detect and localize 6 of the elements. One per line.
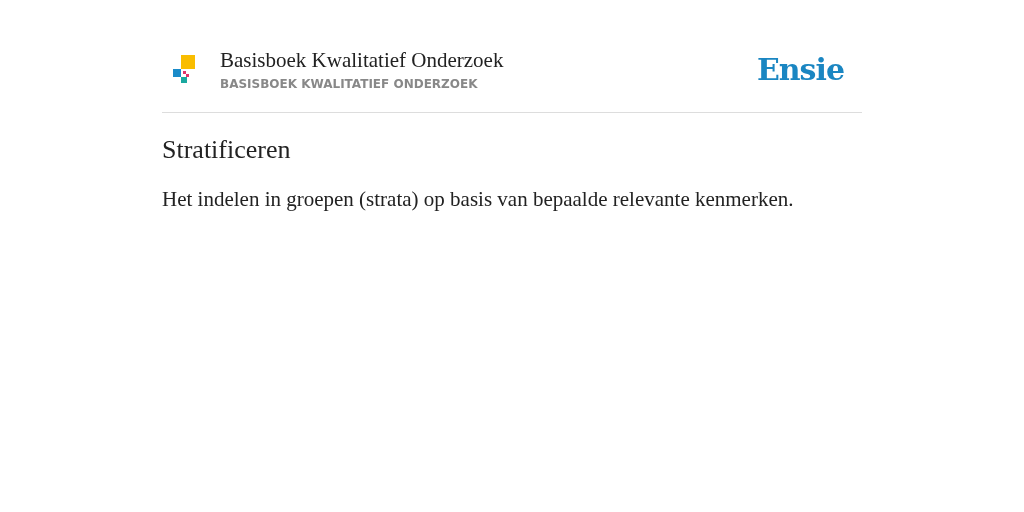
book-title: Basisboek Kwalitatief Onderzoek [220, 47, 505, 73]
entry-definition: Het indelen in groepen (strata) op basis van bepaalde relevante kenmerken. [162, 187, 795, 212]
brand-logo-link[interactable]: Ensie [756, 51, 844, 87]
book-subtitle: BASISBOEK KWALITATIEF ONDERZOEK [220, 76, 479, 91]
book-logo-icon [172, 54, 196, 84]
entry-term: Stratificeren [162, 135, 292, 165]
